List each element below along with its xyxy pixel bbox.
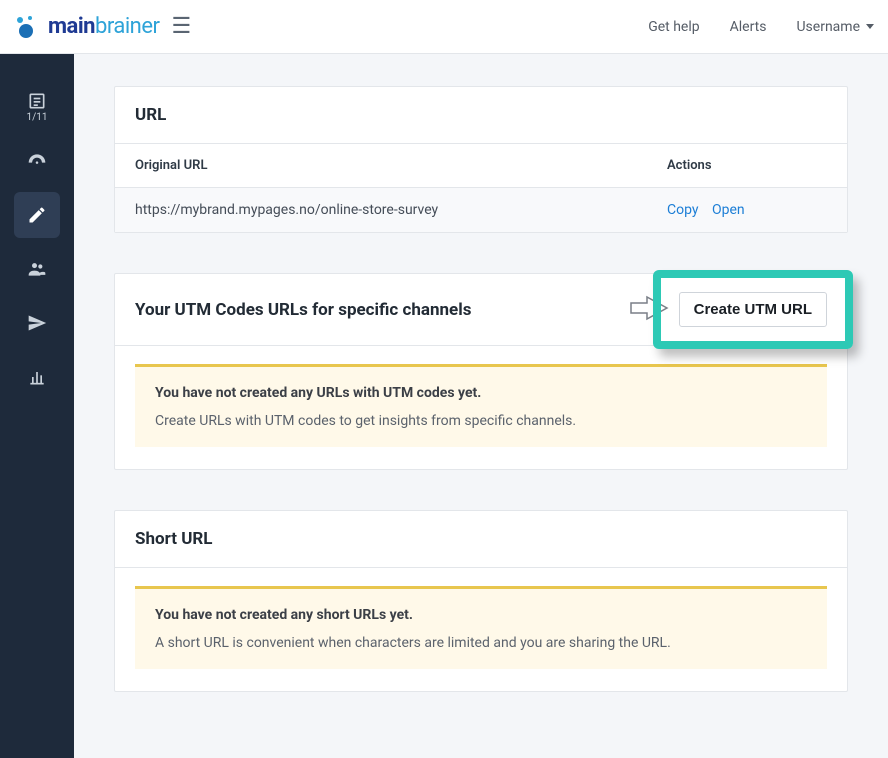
short-url-alert-text: A short URL is convenient when character…: [155, 635, 807, 651]
alerts-link[interactable]: Alerts: [730, 19, 767, 35]
logo[interactable]: mainbrainer: [14, 14, 159, 40]
short-url-alert-title: You have not created any short URLs yet.: [155, 607, 807, 623]
sidebar-item-edit[interactable]: [14, 192, 60, 238]
gauge-icon: [27, 151, 47, 171]
create-utm-button[interactable]: Create UTM URL: [679, 292, 827, 327]
sidebar-item-dashboard[interactable]: [14, 138, 60, 184]
logo-dots-icon: [14, 14, 42, 40]
utm-card: Your UTM Codes URLs for specific channel…: [114, 273, 848, 470]
short-url-card: Short URL You have not created any short…: [114, 510, 848, 692]
utm-card-title: Your UTM Codes URLs for specific channel…: [135, 300, 471, 320]
arrow-pointer-icon: [629, 295, 669, 325]
utm-alert-title: You have not created any URLs with UTM c…: [155, 385, 807, 401]
short-url-card-title: Short URL: [135, 529, 213, 549]
topbar: mainbrainer ☰ Get help Alerts Username: [0, 0, 888, 54]
url-card-title: URL: [135, 105, 166, 125]
utm-card-body: You have not created any URLs with UTM c…: [115, 346, 847, 469]
main-content: URL Original URL Actions https://mybrand…: [74, 54, 888, 758]
hamburger-icon[interactable]: ☰: [171, 16, 191, 38]
sidebar-item-users[interactable]: [14, 246, 60, 292]
paper-plane-icon: [27, 313, 47, 333]
table-row: https://mybrand.mypages.no/online-store-…: [115, 188, 847, 232]
url-actions: Copy Open: [667, 202, 827, 218]
logo-text: mainbrainer: [48, 14, 159, 39]
users-icon: [27, 259, 47, 279]
sidebar: 1/11: [0, 54, 74, 758]
pencil-icon: [27, 205, 47, 225]
utm-alert-text: Create URLs with UTM codes to get insigh…: [155, 413, 807, 429]
sidebar-progress-label: 1/11: [27, 113, 48, 123]
short-url-card-body: You have not created any short URLs yet.…: [115, 568, 847, 691]
sidebar-item-send[interactable]: [14, 300, 60, 346]
url-table: Original URL Actions https://mybrand.myp…: [115, 144, 847, 232]
utm-card-header: Your UTM Codes URLs for specific channel…: [115, 274, 847, 346]
open-link[interactable]: Open: [712, 202, 745, 218]
chart-icon: [27, 367, 47, 387]
chevron-down-icon: [866, 24, 874, 29]
create-utm-highlight: Create UTM URL: [679, 292, 827, 327]
topbar-right: Get help Alerts Username: [648, 19, 874, 35]
utm-alert: You have not created any URLs with UTM c…: [135, 364, 827, 447]
url-value: https://mybrand.mypages.no/online-store-…: [135, 202, 667, 218]
url-card-header: URL: [115, 87, 847, 144]
copy-link[interactable]: Copy: [667, 202, 699, 218]
url-table-head: Original URL Actions: [115, 144, 847, 188]
sidebar-item-analytics[interactable]: [14, 354, 60, 400]
col-header-url: Original URL: [135, 158, 667, 173]
col-header-actions: Actions: [667, 158, 827, 173]
get-help-link[interactable]: Get help: [648, 19, 699, 35]
short-url-card-header: Short URL: [115, 511, 847, 568]
checklist-icon: [27, 91, 47, 111]
sidebar-item-progress[interactable]: 1/11: [14, 84, 60, 130]
username-label: Username: [796, 19, 860, 35]
username-menu[interactable]: Username: [796, 19, 874, 35]
url-card: URL Original URL Actions https://mybrand…: [114, 86, 848, 233]
short-url-alert: You have not created any short URLs yet.…: [135, 586, 827, 669]
